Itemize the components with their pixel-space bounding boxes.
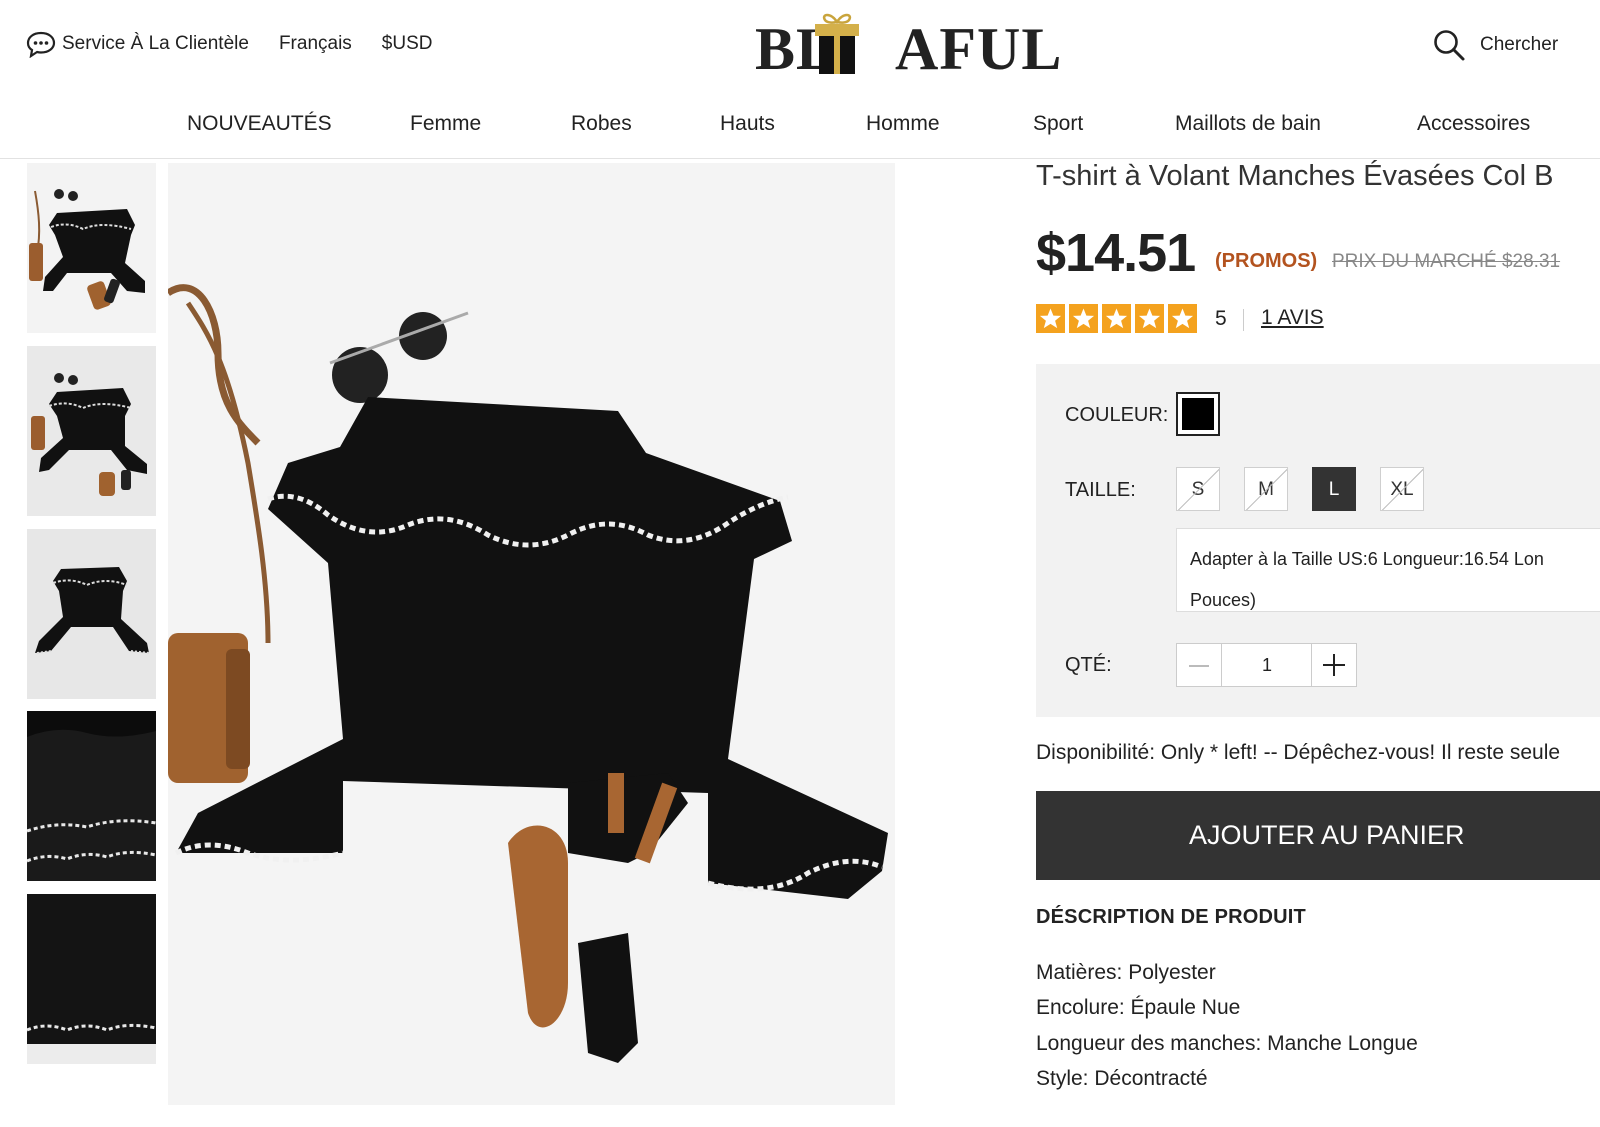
search-label: Chercher — [1480, 34, 1559, 55]
description-material: Matières: Polyester — [1036, 961, 1216, 984]
thumbnail-3[interactable] — [27, 529, 156, 699]
top-links: Service À La Clientèle Français $USD — [26, 30, 432, 58]
logo-suffix: AFUL — [895, 16, 1063, 82]
chat-bubble-icon[interactable] — [26, 30, 56, 58]
thumbnail-5[interactable] — [27, 894, 156, 1064]
size-option-s[interactable]: S — [1176, 467, 1220, 511]
search-button[interactable]: Chercher — [1432, 28, 1558, 62]
site-logo[interactable]: BL AFUL — [755, 6, 1061, 82]
nav-item-accessories[interactable]: Accessoires — [1417, 112, 1530, 136]
thumbnail-2[interactable] — [27, 346, 156, 516]
thumbnail-4[interactable] — [27, 711, 156, 881]
reviews-link[interactable]: 1 AVIS — [1261, 306, 1324, 330]
product-price: $14.51 — [1036, 223, 1196, 283]
product-title: T-shirt à Volant Manches Évasées Col B — [1036, 160, 1554, 192]
quantity-decrease-button[interactable] — [1177, 644, 1222, 686]
search-icon — [1434, 30, 1465, 61]
rating-value: 5 — [1215, 307, 1227, 330]
size-info-box: Adapter à la Taille US:6 Longueur:16.54 … — [1176, 528, 1600, 612]
currency-selector[interactable]: $USD — [382, 33, 433, 55]
gift-box-icon — [815, 13, 859, 74]
nav-item-dresses[interactable]: Robes — [571, 112, 632, 136]
size-option-l[interactable]: L — [1312, 467, 1356, 511]
description-heading: DÉSCRIPTION DE PRODUIT — [1036, 906, 1306, 928]
size-info-line-1: Adapter à la Taille US:6 Longueur:16.54 … — [1190, 549, 1544, 569]
rating-divider — [1243, 309, 1244, 331]
quantity-label: QTÉ: — [1065, 654, 1112, 676]
main-nav: NOUVEAUTÉS Femme Robes Hauts Homme Sport… — [0, 100, 1600, 159]
minus-icon — [1189, 665, 1209, 667]
nav-item-tops[interactable]: Hauts — [720, 112, 775, 136]
star-icon — [1168, 304, 1197, 333]
description-style: Style: Décontracté — [1036, 1067, 1208, 1090]
product-options-panel: COULEUR: TAILLE: S M L XL Adapter à la T… — [1036, 364, 1600, 717]
star-icon — [1036, 304, 1065, 333]
thumbnail-1[interactable] — [27, 163, 156, 333]
description-neckline: Encolure: Épaule Nue — [1036, 996, 1241, 1019]
size-option-m[interactable]: M — [1244, 467, 1288, 511]
color-label: COULEUR: — [1065, 404, 1169, 426]
nav-item-men[interactable]: Homme — [866, 112, 940, 136]
size-option-xl[interactable]: XL — [1380, 467, 1424, 511]
size-label: TAILLE: — [1065, 479, 1136, 501]
add-to-cart-button[interactable]: AJOUTER AU PANIER — [1036, 791, 1600, 880]
star-icon — [1135, 304, 1164, 333]
star-icon — [1069, 304, 1098, 333]
quantity-stepper: 1 — [1176, 643, 1357, 687]
quantity-increase-button[interactable] — [1311, 644, 1356, 686]
promo-label: (PROMOS) — [1215, 250, 1318, 272]
nav-item-new[interactable]: NOUVEAUTÉS — [187, 112, 332, 136]
description-sleeve-length: Longueur des manches: Manche Longue — [1036, 1032, 1418, 1055]
color-swatch-black[interactable] — [1176, 392, 1220, 436]
product-main-image[interactable] — [168, 163, 895, 1105]
quantity-input[interactable]: 1 — [1221, 644, 1313, 686]
nav-item-sport[interactable]: Sport — [1033, 112, 1083, 136]
nav-item-women[interactable]: Femme — [410, 112, 481, 136]
nav-item-swimwear[interactable]: Maillots de bain — [1175, 112, 1321, 136]
availability-text: Disponibilité: Only * left! -- Dépêchez-… — [1036, 741, 1561, 764]
star-icon — [1102, 304, 1131, 333]
customer-service-link[interactable]: Service À La Clientèle — [62, 33, 249, 55]
size-info-line-2: Pouces) — [1190, 590, 1257, 610]
market-price: PRIX DU MARCHÉ $28.31 — [1332, 251, 1561, 272]
language-selector[interactable]: Français — [279, 33, 352, 55]
top-bar: Service À La Clientèle Français $USD BL A… — [0, 0, 1600, 88]
rating-stars — [1036, 304, 1201, 333]
